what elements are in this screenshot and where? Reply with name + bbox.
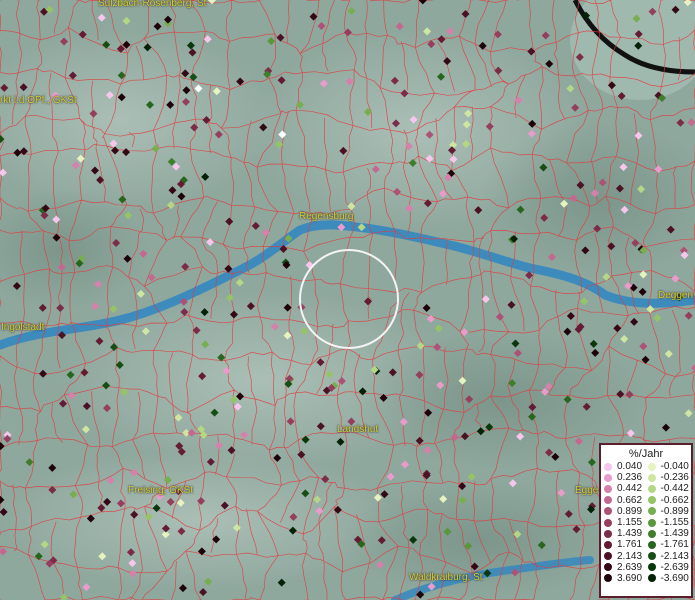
negative-legend-row: -1.155 <box>647 516 692 528</box>
city-label-ingolstadt: Ingolstadt <box>1 322 45 333</box>
positive-legend-row: 1.155 <box>604 517 648 528</box>
positive-legend-swatch <box>604 529 612 538</box>
positive-legend-swatch <box>604 563 612 572</box>
positive-legend-row: 1.439 <box>604 528 648 539</box>
positive-legend-swatch <box>604 462 612 471</box>
negative-legend-swatch <box>647 518 656 527</box>
positive-legend-label: 1.155 <box>617 516 643 528</box>
city-label-regensburg: Regensburg <box>299 211 354 222</box>
city-label-deggendorf: Deggen <box>658 290 694 301</box>
negative-legend-label: -1.439 <box>660 528 689 540</box>
positive-legend-label: 1.761 <box>617 539 643 551</box>
negative-legend-row: -2.639 <box>647 561 692 573</box>
negative-legend-label: -1.761 <box>660 539 689 551</box>
positive-legend-swatch <box>604 507 612 516</box>
positive-legend-row: 0.662 <box>604 495 648 506</box>
legend-title: %/Jahr <box>628 448 664 460</box>
negative-legend-swatch <box>647 484 656 493</box>
positive-legend-label: 0.442 <box>617 483 643 495</box>
negative-legend-row: -0.040 <box>647 461 692 472</box>
positive-legend-row: 0.442 <box>604 483 648 494</box>
negative-legend-swatch <box>647 473 656 482</box>
positive-legend-label: 3.690 <box>617 572 643 584</box>
negative-legend-row: -0.899 <box>647 505 692 517</box>
city-label-freising: Freising, GKSt <box>128 485 194 496</box>
positive-legend-swatch <box>604 552 612 561</box>
negative-legend-label: -0.662 <box>660 494 689 506</box>
city-label-markt: rkt i.d.OPf., GKSt <box>0 95 77 106</box>
positive-legend-row: 0.899 <box>604 506 648 517</box>
negative-legend-row: -2.143 <box>647 550 692 562</box>
positive-legend-swatch <box>604 496 612 505</box>
negative-legend-label: -0.236 <box>660 472 689 484</box>
positive-legend-row: 3.690 <box>604 573 648 584</box>
positive-legend-swatch <box>604 484 612 493</box>
negative-legend-row: -3.690 <box>647 572 692 584</box>
positive-legend-row: 0.040 <box>604 461 648 472</box>
negative-legend-label: -0.040 <box>660 461 689 472</box>
positive-legend-label: 1.439 <box>617 528 643 540</box>
negative-legend-label: -3.690 <box>660 572 689 584</box>
city-label-landshut: Landshut <box>337 424 379 435</box>
negative-legend-swatch <box>647 496 656 505</box>
negative-legend-row: -1.761 <box>647 539 692 551</box>
positive-legend-label: 2.143 <box>617 550 643 562</box>
negative-legend-label: -0.442 <box>660 483 689 495</box>
city-label-eggenfelden: Egge <box>575 485 599 496</box>
negative-legend-row: -0.442 <box>647 483 692 495</box>
negative-legend-label: -2.143 <box>660 550 689 562</box>
positive-legend-swatch <box>604 574 612 583</box>
negative-legend-label: -0.899 <box>660 505 689 517</box>
negative-legend-swatch <box>647 529 656 538</box>
negative-legend-row: -0.236 <box>647 472 692 484</box>
negative-legend-row: -0.662 <box>647 494 692 506</box>
legend-negative-column: -0.040 -0.236 -0.442 -0.662 -0.899 -1.155 -1.4… <box>647 461 692 584</box>
negative-legend-label: -1.155 <box>660 516 689 528</box>
legend-positive-column: 0.040 0.236 0.442 0.662 0.899 1.155 1.439 1.761… <box>604 461 648 584</box>
negative-legend-swatch <box>647 574 656 583</box>
positive-legend-label: 2.639 <box>617 561 643 573</box>
map-canvas[interactable]: Sulzbach-Rosenberg, St rkt i.d.OPf., GKS… <box>0 0 695 600</box>
negative-legend-swatch <box>647 563 656 572</box>
negative-legend-label: -2.639 <box>660 561 689 573</box>
positive-legend-row: 1.761 <box>604 539 648 550</box>
positive-legend-row: 2.143 <box>604 551 648 562</box>
negative-legend-swatch <box>647 552 656 561</box>
negative-legend-row: -1.439 <box>647 528 692 540</box>
positive-legend-label: 0.236 <box>617 472 643 484</box>
city-label-sulzbach: Sulzbach-Rosenberg, St <box>98 0 207 9</box>
positive-legend-row: 2.639 <box>604 562 648 573</box>
city-label-waldkraiburg: Waldkraiburg, St <box>409 572 483 583</box>
positive-legend-swatch <box>604 540 612 549</box>
positive-legend-label: 0.040 <box>617 461 643 472</box>
negative-legend-swatch <box>647 462 656 471</box>
negative-legend-swatch <box>647 540 656 549</box>
map-base-layer <box>0 0 695 600</box>
positive-legend-label: 0.662 <box>617 494 643 506</box>
legend: %/Jahr 0.040 0.236 0.442 0.662 0.899 1.155 1.4… <box>599 443 693 598</box>
positive-legend-label: 0.899 <box>617 505 643 517</box>
positive-legend-swatch <box>604 473 612 482</box>
negative-legend-swatch <box>647 507 656 516</box>
positive-legend-swatch <box>604 518 612 527</box>
positive-legend-row: 0.236 <box>604 472 648 483</box>
